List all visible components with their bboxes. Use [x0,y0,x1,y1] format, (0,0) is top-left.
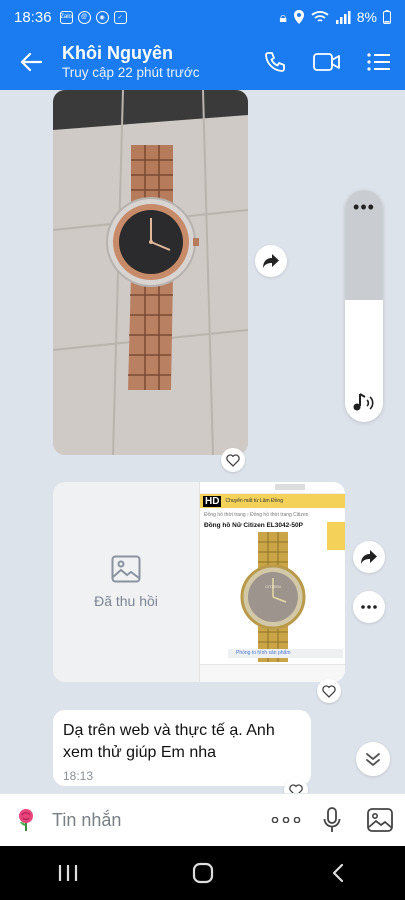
share-button[interactable] [255,245,287,277]
text-message[interactable]: Dạ trên web và thực tế ạ. Anh xem thử gi… [53,710,311,786]
more-icon [361,605,377,609]
voice-call-button[interactable] [249,34,301,90]
watch-brand-text: CITIZEN [265,584,281,589]
chat-header: Khôi Nguyên Truy cập 22 phút trước [0,34,405,90]
gallery-icon [367,808,393,832]
phone-icon [265,52,285,72]
image-icon [111,555,141,583]
heart-icon [322,684,336,698]
screenshot-topbar [200,482,345,494]
react-heart-button-2[interactable] [317,679,341,703]
home-button[interactable] [163,846,243,900]
recent-apps-icon [58,865,77,881]
battery-icon [383,10,391,24]
screenshot-top-link: Chuyển mất từ Lâm Đồng [225,498,283,504]
chat-area[interactable]: Đã thu hồi HD Chuyển mất từ Lâm Đồng Đồn… [0,90,405,793]
recalled-label: Đã thu hồi [94,593,158,609]
mic-icon [323,807,341,832]
share-icon [361,550,377,564]
zalo-notification-icon: Zalo [59,10,73,24]
back-button[interactable] [0,34,62,90]
hd-badge: HD [203,495,222,507]
react-heart-button[interactable] [221,448,245,472]
wifi-icon [311,11,329,22]
watch-photo-message[interactable] [53,90,248,455]
contact-info[interactable]: Khôi Nguyên Truy cập 22 phút trước [62,42,249,82]
more-icon [271,817,301,823]
recent-apps-button[interactable] [28,846,108,900]
share-icon [263,254,279,268]
app-notification-icon: ◉ [95,10,109,24]
back-arrow-icon [20,52,42,72]
scroll-to-bottom-button[interactable] [356,742,390,776]
message-more-button[interactable] [353,591,385,623]
video-icon [313,53,340,71]
composer-more-button[interactable] [263,794,309,847]
gold-watch-image: CITIZEN [240,532,306,662]
heart-icon [289,783,303,793]
lock-icon: 🔒︎ [279,8,287,25]
system-back-button[interactable] [298,846,378,900]
screenshot-zoom-link: Phóng to hình sản phẩm [228,649,343,658]
recalled-photo: Đã thu hồi [53,482,199,682]
gallery-button[interactable] [355,794,405,847]
home-icon [192,862,213,884]
screenshot-topbar-item [275,484,305,490]
product-screenshot: HD Chuyển mất từ Lâm Đồng Đồng hồ thời t… [199,482,345,682]
menu-icon [367,53,390,71]
status-notification-icons: Zalo @ ◉ ✓ [59,10,127,24]
chevron-double-down-icon [366,753,380,766]
message-composer: Tin nhắn [0,793,405,846]
nav-back-icon [332,863,343,883]
status-time: 18:36 [14,8,52,26]
contact-name: Khôi Nguyên [62,43,173,63]
sync-notification-icon: @ [77,10,91,24]
message-time: 18:13 [63,769,94,783]
share-button-2[interactable] [353,541,385,573]
sticker-icon [19,809,33,831]
voice-record-button[interactable] [309,794,355,847]
screenshot-breadcrumb: Đồng hồ thời trang › Đồng hồ thời trang … [204,512,309,518]
status-bar: 18:36 Zalo @ ◉ ✓ 🔒︎ 8% [0,0,405,34]
location-icon [293,10,304,24]
heart-icon [226,453,240,467]
check-notification-icon: ✓ [113,10,127,24]
volume-more-icon[interactable]: ••• [345,198,383,216]
battery-percent: 8% [356,9,377,25]
photo-group-message[interactable]: Đã thu hồi HD Chuyển mất từ Lâm Đồng Đồn… [53,482,345,682]
contact-last-seen: Truy cập 22 phút trước [62,65,200,80]
volume-panel[interactable]: ••• [345,190,383,422]
music-icon [353,393,374,411]
screenshot-hd-bar: HD Chuyển mất từ Lâm Đồng [200,494,345,508]
sticker-button[interactable] [0,794,52,847]
watch-photo [53,90,248,455]
screenshot-product-title: Đồng hồ Nữ Citizen EL3042-50P [204,522,303,529]
video-call-button[interactable] [301,34,353,90]
message-input[interactable]: Tin nhắn [52,810,263,831]
system-navigation-bar [0,846,405,900]
chat-options-button[interactable] [353,34,405,90]
message-text: Dạ trên web và thực tế ạ. Anh xem thử gi… [63,722,275,761]
status-right: 🔒︎ 8% [279,9,391,26]
signal-icon [335,11,351,24]
